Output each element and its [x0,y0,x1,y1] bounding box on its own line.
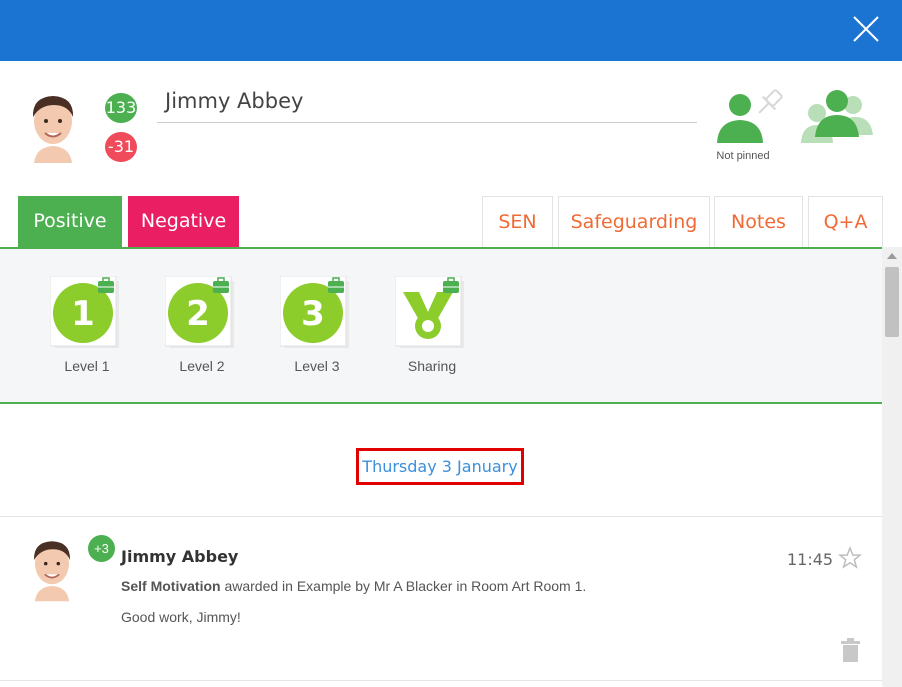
trash-icon[interactable] [841,638,860,662]
group-icon[interactable] [799,89,875,145]
behaviour-level-2[interactable]: 2 Level 2 [143,276,234,386]
behaviour-panel: 1 Level 1 2 Level 2 3 Level 3 Sharing [0,247,882,404]
star-icon[interactable] [838,546,862,570]
tab-safeguarding[interactable]: Safeguarding [558,196,710,247]
behaviour-level-3[interactable]: 3 Level 3 [258,276,349,386]
positive-points-badge: 133 [105,93,137,123]
feed-student-name: Jimmy Abbey [121,547,239,566]
feed-comment: Good work, Jimmy! [121,609,241,625]
feed-behaviour-name: Self Motivation [121,578,221,594]
tab-positive[interactable]: Positive [18,196,122,247]
medal-icon [395,276,464,348]
divider [0,516,882,517]
level-2-icon: 2 [165,276,234,348]
behaviour-label: Level 1 [64,358,110,374]
feed-time: 11:45 [787,550,834,569]
level-3-number: 3 [301,294,325,334]
avatar [32,96,74,163]
avatar [34,541,70,602]
level-1-number: 1 [71,294,95,334]
pin-button[interactable]: Not pinned [709,87,791,167]
divider [0,680,882,681]
pin-icon [717,89,783,143]
tab-negative[interactable]: Negative [128,196,239,247]
student-name: Jimmy Abbey [165,89,304,113]
tab-sen[interactable]: SEN [482,196,553,247]
behaviour-label: Level 2 [179,358,225,374]
feed-detail: awarded in Example by Mr A Blacker in Ro… [224,578,587,594]
feed-points-badge: +3 [88,535,115,562]
student-header: 133 -31 Jimmy Abbey Not pinned [0,61,902,194]
scroll-thumb[interactable] [885,267,899,337]
scrollbar[interactable] [882,247,902,687]
behaviour-label: Sharing [407,358,457,374]
tab-qa[interactable]: Q+A [808,196,883,247]
level-1-icon: 1 [50,276,119,348]
scroll-up-arrow-icon[interactable] [887,253,897,259]
name-underline [157,122,697,123]
behaviour-label: Level 3 [294,358,340,374]
tab-notes[interactable]: Notes [714,196,803,247]
top-bar [0,0,902,61]
negative-points-badge: -31 [105,132,137,162]
feed-description: Self Motivation awarded in Example by Mr… [121,578,586,594]
level-3-icon: 3 [280,276,349,348]
close-icon[interactable] [850,13,882,45]
pin-status-label: Not pinned [716,150,770,162]
behaviour-sharing[interactable]: Sharing [373,276,464,386]
level-2-number: 2 [186,294,210,334]
feed-date-link[interactable]: Thursday 3 January [356,448,524,485]
behaviour-level-1[interactable]: 1 Level 1 [28,276,119,386]
